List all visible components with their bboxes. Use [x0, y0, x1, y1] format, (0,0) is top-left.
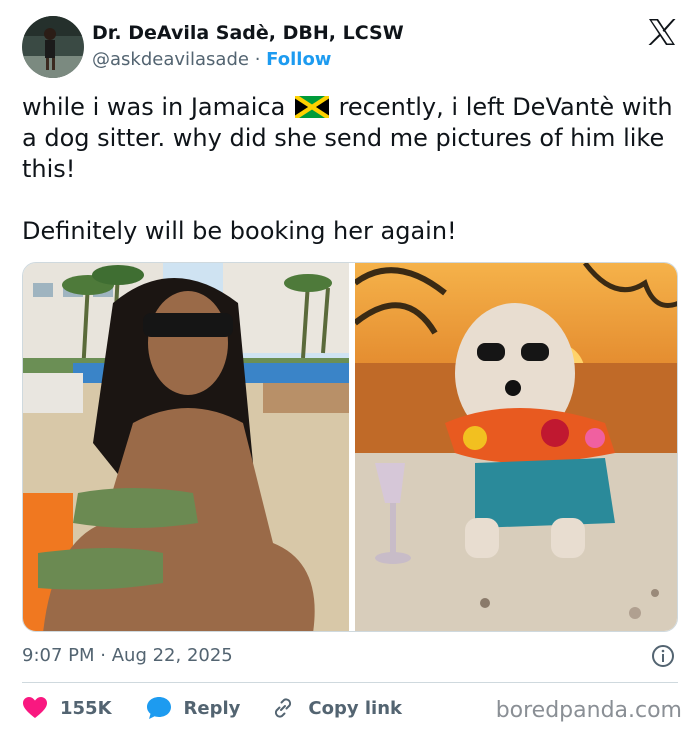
dog-photo[interactable] [355, 263, 677, 631]
reply-bubble-icon [146, 697, 171, 719]
reply-label: Reply [183, 697, 241, 719]
tweet-timestamp[interactable]: 9:07 PM · Aug 22, 2025 [22, 645, 233, 666]
link-icon [275, 698, 292, 718]
timestamp-separator: · [100, 645, 106, 666]
copy-link-label: Copy link [308, 697, 402, 719]
info-icon[interactable] [651, 644, 675, 668]
tweet-text-line2: Definitely will be booking her again! [22, 217, 457, 245]
like-count: 155K [60, 697, 112, 719]
action-bar: 155K Reply Copy link [22, 692, 402, 724]
woman-photo[interactable] [23, 263, 349, 631]
tweet-time: 9:07 PM [22, 645, 95, 666]
handle-separator: · [254, 49, 261, 70]
copy-link-button[interactable]: Copy link [270, 695, 402, 721]
watermark: boredpanda.com [495, 698, 682, 723]
tweet-media[interactable] [22, 262, 678, 632]
like-button[interactable]: 155K [22, 696, 112, 720]
jamaica-flag-icon [294, 95, 329, 118]
author-handle-row: @askdeavilasade · Follow [92, 49, 331, 70]
tweet-text: while i was in Jamaica recently, i left … [22, 92, 682, 247]
tweet-date: Aug 22, 2025 [111, 645, 233, 666]
heart-icon [23, 697, 47, 718]
avatar[interactable] [22, 16, 84, 78]
author-name[interactable]: Dr. DeAvila Sadè, DBH, LCSW [92, 22, 404, 44]
author-handle[interactable]: @askdeavilasade [92, 49, 249, 70]
x-logo-icon[interactable] [646, 16, 678, 48]
divider [22, 682, 678, 683]
tweet-text-part1: while i was in Jamaica [22, 93, 286, 121]
follow-button[interactable]: Follow [266, 49, 331, 70]
reply-button[interactable]: Reply [146, 696, 241, 720]
